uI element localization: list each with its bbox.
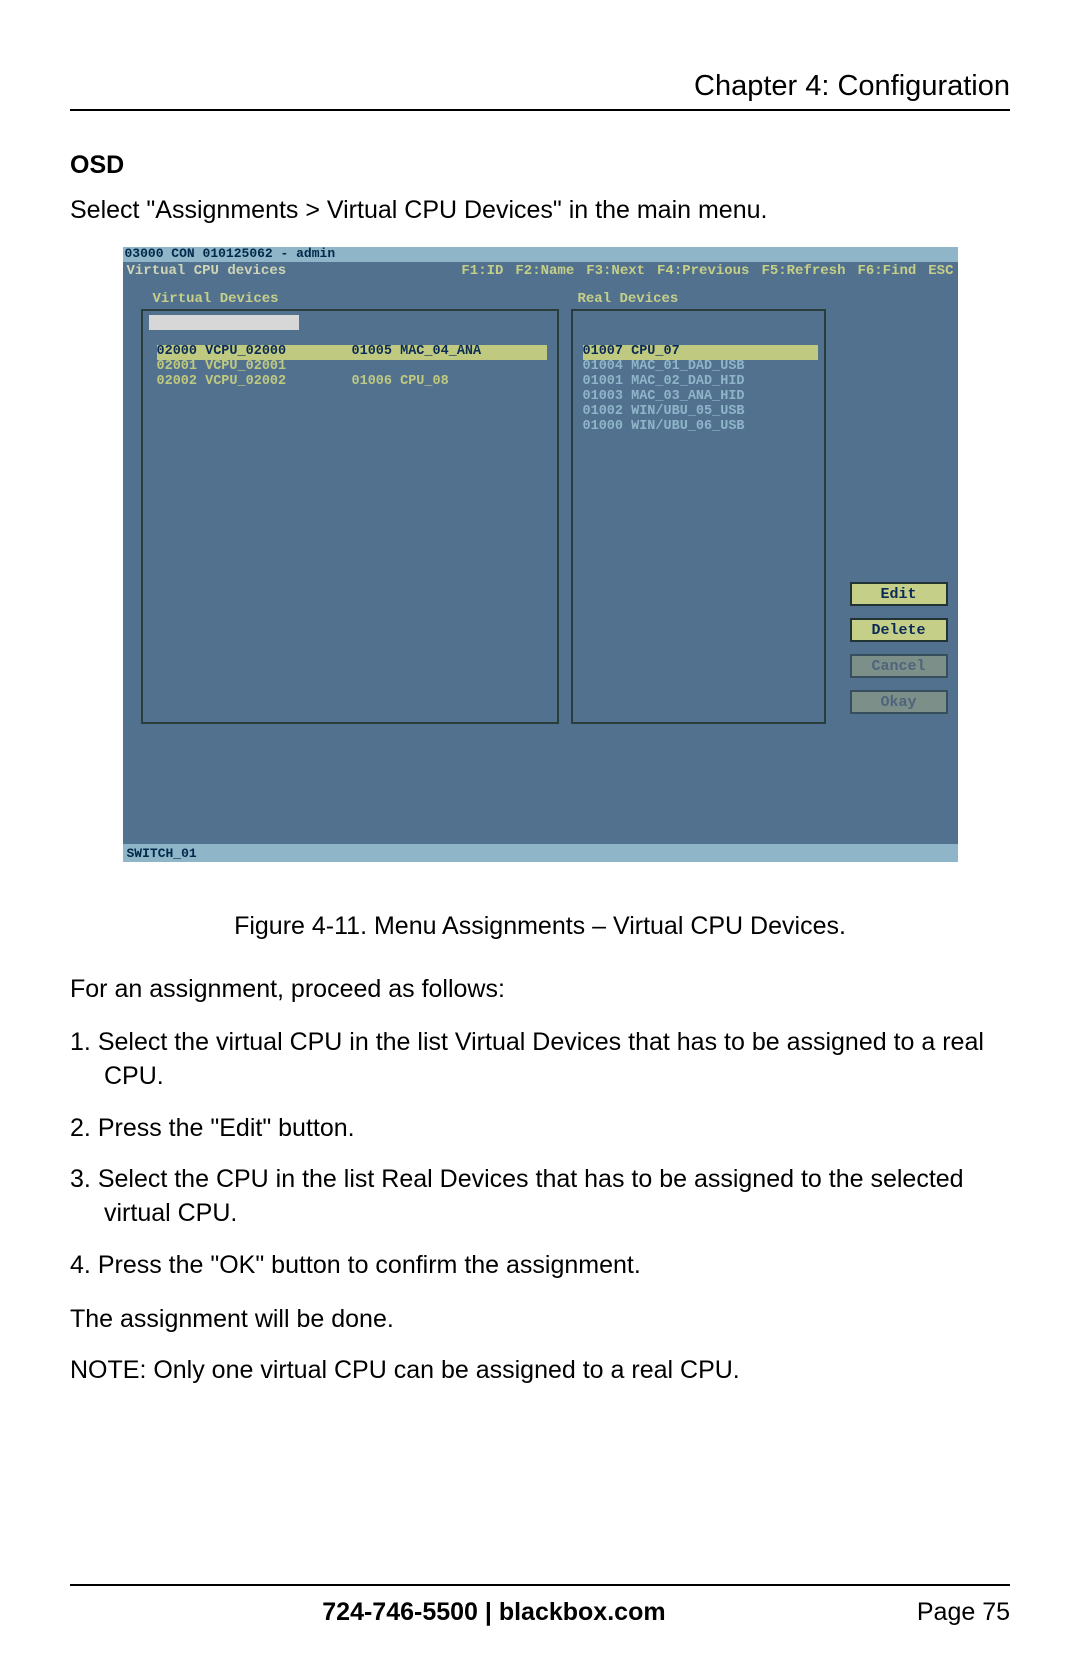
osd-menu-title: Virtual CPU devices — [127, 264, 462, 280]
osd-statusbar: SWITCH_01 — [123, 844, 958, 862]
fkey-esc[interactable]: ESC — [928, 264, 953, 280]
list-item[interactable]: 01000 WIN/UBU_06_USB — [583, 420, 818, 435]
footer-page-number: Page 75 — [917, 1598, 1010, 1627]
list-item[interactable]: 01004 MAC_01_DAD_USB — [583, 360, 818, 375]
real-devices-list[interactable]: 01007 CPU_0701004 MAC_01_DAD_USB01001 MA… — [583, 345, 818, 435]
osd-screenshot: 03000 CON 010125062 - admin Virtual CPU … — [123, 247, 958, 862]
delete-button[interactable]: Delete — [850, 618, 948, 642]
virtual-devices-list[interactable]: 02000 VCPU_0200001005 MAC_04_ANA02001 VC… — [157, 345, 547, 390]
after-text: The assignment will be done. — [70, 1305, 1010, 1334]
osd-heading: OSD — [70, 151, 1010, 180]
okay-button[interactable]: Okay — [850, 690, 948, 714]
list-item[interactable]: 01001 MAC_02_DAD_HID — [583, 375, 818, 390]
virtual-devices-label: Virtual Devices — [153, 292, 279, 306]
fkey-f1[interactable]: F1:ID — [461, 264, 503, 280]
list-item[interactable]: 02001 VCPU_02001 — [157, 360, 547, 375]
page-footer: 724-746-5500 | blackbox.com Page 75 — [70, 1584, 1010, 1627]
footer-contact: 724-746-5500 | blackbox.com — [71, 1598, 917, 1627]
real-devices-panel: 01007 CPU_0701004 MAC_01_DAD_USB01001 MA… — [571, 309, 826, 724]
osd-menubar: Virtual CPU devices F1:ID F2:Name F3:Nex… — [123, 262, 958, 280]
cancel-button[interactable]: Cancel — [850, 654, 948, 678]
real-devices-label: Real Devices — [578, 292, 679, 306]
step-item: Select the CPU in the list Real Devices … — [70, 1163, 1010, 1231]
list-item[interactable]: 01002 WIN/UBU_05_USB — [583, 405, 818, 420]
search-input[interactable] — [149, 315, 299, 330]
chapter-header: Chapter 4: Configuration — [70, 70, 1010, 111]
list-item[interactable]: 01007 CPU_07 — [583, 345, 818, 360]
figure-caption: Figure 4-11. Menu Assignments – Virtual … — [70, 912, 1010, 941]
fkey-f6[interactable]: F6:Find — [857, 264, 916, 280]
list-item[interactable]: 01003 MAC_03_ANA_HID — [583, 390, 818, 405]
edit-button[interactable]: Edit — [850, 582, 948, 606]
fkey-f2[interactable]: F2:Name — [515, 264, 574, 280]
list-item[interactable]: 02000 VCPU_0200001005 MAC_04_ANA — [157, 345, 547, 360]
list-item[interactable]: 02002 VCPU_0200201006 CPU_08 — [157, 375, 547, 390]
fkey-f5[interactable]: F5:Refresh — [761, 264, 845, 280]
osd-button-column: Edit Delete Cancel Okay — [850, 582, 948, 714]
step-item: Press the "OK" button to confirm the ass… — [70, 1249, 1010, 1283]
fkey-f3[interactable]: F3:Next — [586, 264, 645, 280]
osd-fkeys: F1:ID F2:Name F3:Next F4:Previous F5:Ref… — [461, 264, 953, 280]
virtual-devices-panel: 02000 VCPU_0200001005 MAC_04_ANA02001 VC… — [141, 309, 559, 724]
note-text: NOTE: Only one virtual CPU can be assign… — [70, 1356, 1010, 1385]
intro-text: Select "Assignments > Virtual CPU Device… — [70, 196, 1010, 225]
steps-list: Select the virtual CPU in the list Virtu… — [70, 1026, 1010, 1283]
lead-text: For an assignment, proceed as follows: — [70, 975, 1010, 1004]
osd-titlebar: 03000 CON 010125062 - admin — [123, 247, 958, 262]
fkey-f4[interactable]: F4:Previous — [657, 264, 749, 280]
step-item: Select the virtual CPU in the list Virtu… — [70, 1026, 1010, 1094]
step-item: Press the "Edit" button. — [70, 1112, 1010, 1146]
